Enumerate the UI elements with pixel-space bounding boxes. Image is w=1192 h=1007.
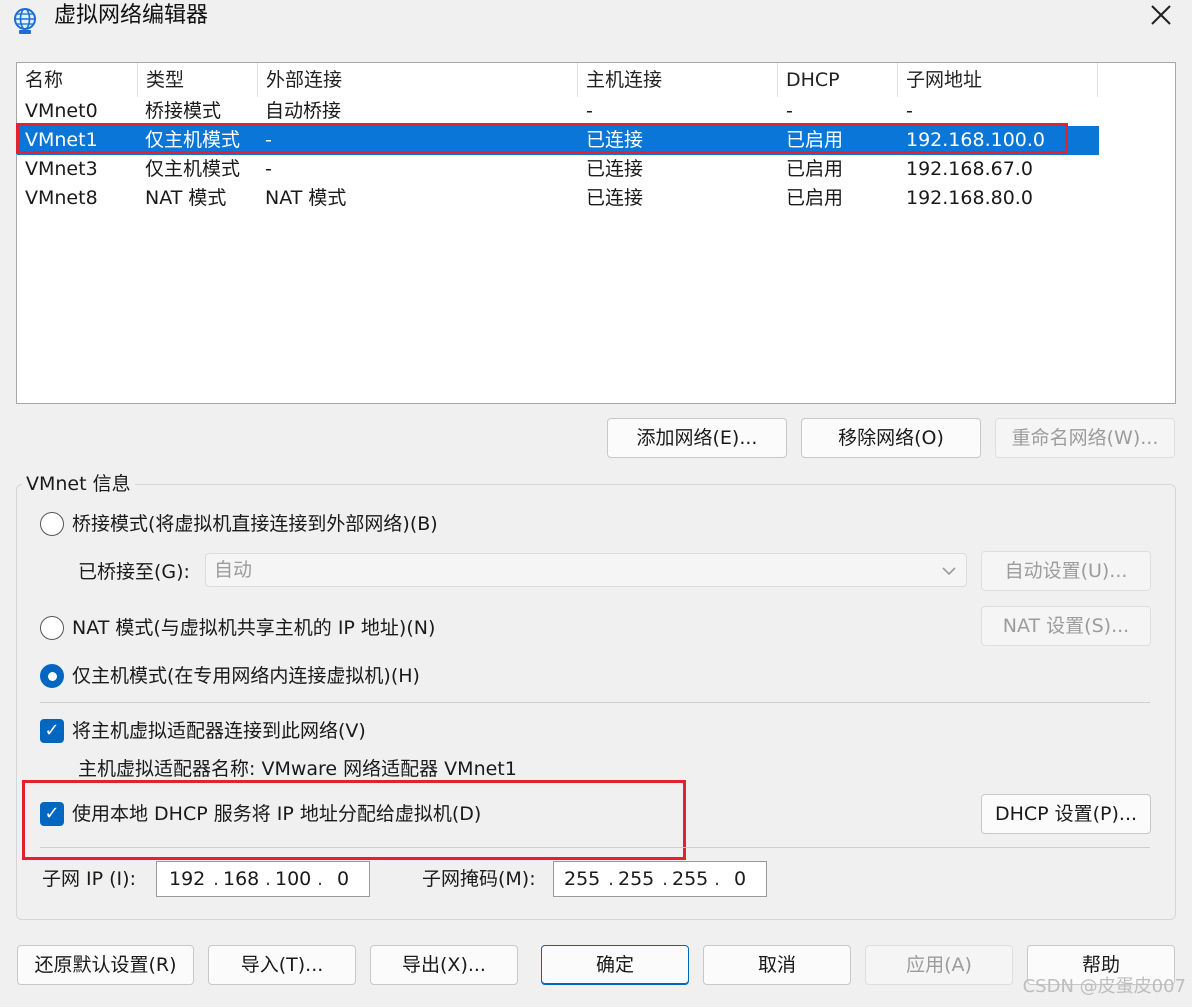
bridged-mode-radio[interactable] <box>40 512 64 536</box>
subnet-mask-octet-4: 0 <box>734 868 747 890</box>
divider <box>40 847 1150 848</box>
cell-subnet: 192.168.67.0 <box>906 158 1033 180</box>
subnet-mask-octet-3: 255 <box>672 868 709 890</box>
cell-subnet: - <box>906 100 913 122</box>
subnet-ip-octet-3: 100 <box>275 868 312 890</box>
remove-network-button[interactable]: 移除网络(O) <box>801 418 981 458</box>
column-header-name[interactable]: 名称 <box>17 63 138 97</box>
table-row[interactable]: VMnet3 仅主机模式 - 已连接 已启用 192.168.67.0 <box>17 155 1099 184</box>
cell-type: 桥接模式 <box>145 100 222 122</box>
subnet-mask-field[interactable]: 255 . 255 . 255 . 0 <box>553 861 767 897</box>
apply-button[interactable]: 应用(A) <box>865 945 1013 985</box>
window-title: 虚拟网络编辑器 <box>54 3 209 28</box>
subnet-ip-label: 子网 IP (I): <box>42 868 136 890</box>
divider <box>40 702 1150 703</box>
restore-defaults-button[interactable]: 还原默认设置(R) <box>17 945 194 985</box>
cell-external: 自动桥接 <box>265 100 342 122</box>
cancel-button[interactable]: 取消 <box>703 945 851 985</box>
nat-mode-label[interactable]: NAT 模式(与虚拟机共享主机的 IP 地址)(N) <box>72 614 435 642</box>
group-title: VMnet 信息 <box>22 471 135 497</box>
chevron-down-icon <box>942 567 956 576</box>
cell-type: 仅主机模式 <box>145 158 241 180</box>
close-button[interactable] <box>1136 0 1186 30</box>
subnet-ip-octet-2: 168 <box>223 868 260 890</box>
cell-dhcp: - <box>786 100 793 122</box>
host-only-mode-radio[interactable] <box>40 664 64 688</box>
cell-name: VMnet0 <box>25 100 98 122</box>
cell-type: NAT 模式 <box>145 187 227 209</box>
import-button[interactable]: 导入(T)... <box>208 945 356 985</box>
cell-subnet: 192.168.80.0 <box>906 187 1033 209</box>
host-only-mode-label[interactable]: 仅主机模式(在专用网络内连接虚拟机)(H) <box>72 662 420 690</box>
cell-host: 已连接 <box>586 158 644 180</box>
connect-adapter-label[interactable]: 将主机虚拟适配器连接到此网络(V) <box>72 717 366 745</box>
subnet-mask-label: 子网掩码(M): <box>422 868 536 890</box>
auto-settings-button[interactable]: 自动设置(U)... <box>981 551 1151 591</box>
column-header-external[interactable]: 外部连接 <box>258 63 578 97</box>
subnet-mask-octet-2: 255 <box>618 868 655 890</box>
dhcp-settings-button[interactable]: DHCP 设置(P)... <box>981 794 1151 834</box>
title-bar: 虚拟网络编辑器 <box>0 0 1192 42</box>
annotation-highlight-dhcp <box>22 780 686 860</box>
column-header-dhcp[interactable]: DHCP <box>778 63 898 97</box>
cell-name: VMnet3 <box>25 158 98 180</box>
cell-host: - <box>586 100 593 122</box>
subnet-ip-octet-1: 192 <box>169 868 206 890</box>
column-header-host[interactable]: 主机连接 <box>578 63 778 97</box>
connect-adapter-checkbox[interactable]: ✓ <box>40 719 64 743</box>
nat-settings-button[interactable]: NAT 设置(S)... <box>981 606 1151 646</box>
bridged-to-label: 已桥接至(G): <box>78 561 190 583</box>
adapter-name-text: 主机虚拟适配器名称: VMware 网络适配器 VMnet1 <box>78 758 517 780</box>
annotation-highlight-row <box>16 123 1068 154</box>
close-icon <box>1151 5 1171 25</box>
cell-host: 已连接 <box>586 187 644 209</box>
globe-network-icon <box>10 6 40 36</box>
network-list[interactable]: 名称 类型 外部连接 主机连接 DHCP 子网地址 VMnet0 桥接模式 自动… <box>16 62 1176 404</box>
bridged-to-select[interactable]: 自动 <box>205 553 967 587</box>
export-button[interactable]: 导出(X)... <box>370 945 518 985</box>
bridged-to-value: 自动 <box>214 559 253 581</box>
cell-dhcp: 已启用 <box>786 158 844 180</box>
rename-network-button[interactable]: 重命名网络(W)... <box>995 418 1175 458</box>
cell-external: - <box>265 158 272 180</box>
subnet-ip-field[interactable]: 192 . 168 . 100 . 0 <box>156 861 370 897</box>
cell-dhcp: 已启用 <box>786 187 844 209</box>
bridged-mode-label[interactable]: 桥接模式(将虚拟机直接连接到外部网络)(B) <box>72 510 438 538</box>
watermark: CSDN @皮蛋皮007 <box>1022 976 1186 997</box>
ok-button[interactable]: 确定 <box>541 945 689 985</box>
table-row[interactable]: VMnet8 NAT 模式 NAT 模式 已连接 已启用 192.168.80.… <box>17 184 1099 213</box>
subnet-ip-octet-4: 0 <box>337 868 350 890</box>
cell-name: VMnet8 <box>25 187 98 209</box>
list-header: 名称 类型 外部连接 主机连接 DHCP 子网地址 <box>17 63 1175 97</box>
subnet-mask-octet-1: 255 <box>564 868 601 890</box>
add-network-button[interactable]: 添加网络(E)... <box>607 418 787 458</box>
column-header-type[interactable]: 类型 <box>138 63 258 97</box>
nat-mode-radio[interactable] <box>40 616 64 640</box>
table-row[interactable]: VMnet0 桥接模式 自动桥接 - - - <box>17 97 1099 126</box>
cell-external: NAT 模式 <box>265 187 347 209</box>
column-header-subnet[interactable]: 子网地址 <box>898 63 1098 97</box>
